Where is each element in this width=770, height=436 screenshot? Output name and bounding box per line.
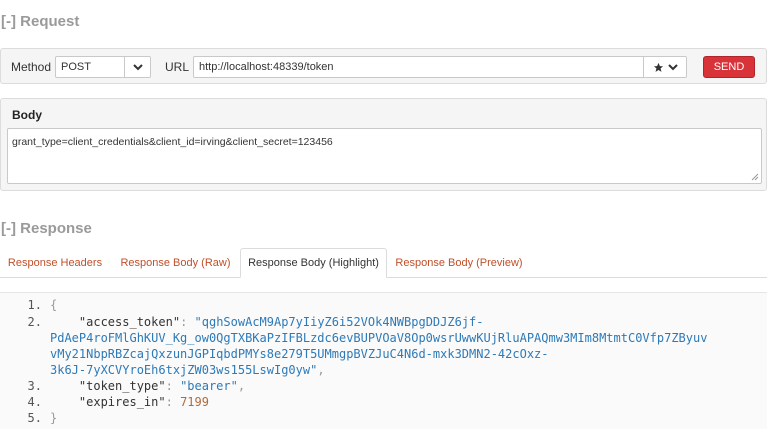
send-button[interactable]: SEND bbox=[703, 56, 755, 78]
json-key: "access_token" bbox=[78, 315, 181, 329]
json-key: "expires_in" bbox=[78, 395, 166, 409]
json-string-value: vMy21NbpRBZcajQxzunJGPIqbdPMYs8e279T5UMm… bbox=[50, 347, 549, 361]
request-section-title[interactable]: [-] Request bbox=[1, 13, 79, 30]
json-string-value: PdAeP4roFMlGhKUV_Kg_ow0QgTXBKaPzIFBLzdc6… bbox=[50, 331, 708, 345]
response-tabs: Response Headers Response Body (Raw) Res… bbox=[0, 248, 767, 278]
chevron-down-icon[interactable] bbox=[667, 63, 678, 71]
body-panel: Body grant_type=client_credentials&clien… bbox=[0, 98, 767, 191]
url-input[interactable]: http://localhost:48339/token bbox=[193, 56, 687, 78]
json-expires-in-entry: "expires_in": 7199 bbox=[78, 395, 209, 409]
line-number: 4. bbox=[27, 395, 42, 409]
line-number: 3. bbox=[27, 379, 42, 393]
resize-grip-icon[interactable] bbox=[751, 173, 759, 181]
tab-response-headers[interactable]: Response Headers bbox=[0, 248, 110, 277]
method-select[interactable]: POST bbox=[55, 56, 151, 78]
json-number-value: 7199 bbox=[180, 395, 209, 409]
body-title: Body bbox=[12, 108, 42, 122]
json-open-brace: { bbox=[50, 298, 58, 312]
json-string-value: 3k6J-7yXCVYroEh6txjZW03ws155LswIg0yw" bbox=[50, 363, 318, 377]
line-number: 2. bbox=[27, 315, 42, 329]
method-label: Method bbox=[11, 60, 52, 74]
tab-response-body-highlight[interactable]: Response Body (Highlight) bbox=[240, 248, 387, 278]
tab-response-body-raw[interactable]: Response Body (Raw) bbox=[113, 248, 238, 277]
url-value: http://localhost:48339/token bbox=[199, 61, 334, 73]
body-textarea[interactable]: grant_type=client_credentials&client_id=… bbox=[7, 128, 762, 184]
json-key: "token_type" bbox=[78, 379, 166, 393]
json-string-value: "bearer" bbox=[180, 379, 238, 393]
method-value: POST bbox=[61, 61, 91, 73]
tab-response-body-preview[interactable]: Response Body (Preview) bbox=[390, 248, 528, 277]
request-bar: Method POST URL http://localhost:48339/t… bbox=[0, 48, 767, 84]
url-label: URL bbox=[165, 60, 190, 74]
response-body-code: 1. { 2. "access_token": "qghSowAcM9Ap7yI… bbox=[0, 292, 767, 429]
line-number: 1. bbox=[27, 298, 42, 312]
response-section-title[interactable]: [-] Response bbox=[1, 220, 92, 237]
json-token-type-entry: "token_type": "bearer", bbox=[78, 379, 246, 393]
json-string-value: "qghSowAcM9Ap7yIiyZ6i52VOk4NWBpgDDJZ6jf- bbox=[194, 315, 484, 329]
json-access-token-entry: "access_token": "qghSowAcM9Ap7yIiyZ6i52V… bbox=[78, 315, 484, 329]
chevron-down-icon[interactable] bbox=[124, 57, 150, 77]
url-actions bbox=[643, 57, 686, 77]
line-number: 5. bbox=[27, 411, 42, 425]
json-close-brace: } bbox=[50, 411, 58, 425]
star-icon[interactable] bbox=[653, 62, 664, 73]
body-text: grant_type=client_credentials&client_id=… bbox=[12, 136, 333, 148]
